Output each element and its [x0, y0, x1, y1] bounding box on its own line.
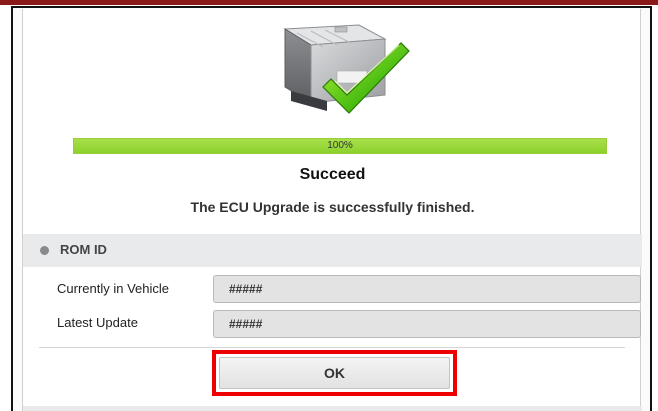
dialog-bottom-band	[23, 406, 642, 411]
latest-update-value: #####	[213, 310, 641, 338]
actions-divider	[39, 347, 625, 348]
latest-update-label: Latest Update	[57, 315, 138, 330]
status-title: Succeed	[299, 166, 366, 183]
ecu-module-with-checkmark-icon	[283, 24, 410, 114]
ecu-upgrade-dialog: 100% Succeed The ECU Upgrade is successf…	[22, 9, 642, 411]
currently-in-vehicle-label: Currently in Vehicle	[57, 281, 169, 296]
upgrade-progress-bar: 100%	[73, 138, 607, 154]
currently-in-vehicle-value: #####	[213, 275, 641, 303]
rom-id-section-title: ROM ID	[60, 242, 107, 257]
ok-button[interactable]: OK	[219, 357, 450, 389]
window-top-strip	[0, 0, 658, 5]
rom-id-section-header: ROM ID	[23, 234, 642, 267]
ok-button-highlight: OK	[212, 350, 457, 396]
bullet-dot-icon	[40, 246, 49, 255]
status-message: The ECU Upgrade is successfully finished…	[190, 199, 475, 215]
progress-percent-label: 100%	[327, 140, 353, 151]
